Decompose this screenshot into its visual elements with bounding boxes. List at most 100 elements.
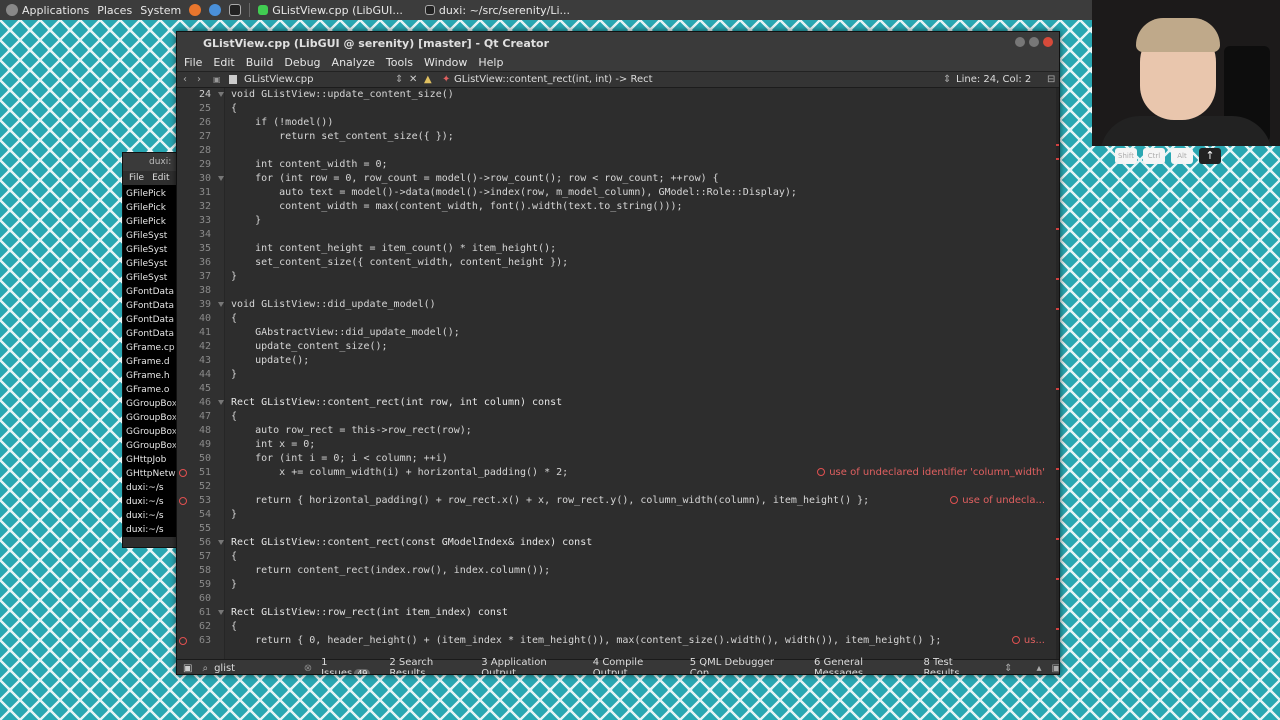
menu-window[interactable]: Window xyxy=(424,56,467,69)
code-line[interactable]: 27 return set_content_size({ }); xyxy=(177,130,1057,144)
fold-arrow-icon[interactable] xyxy=(218,540,224,545)
locator-clear-icon[interactable]: ⊗ xyxy=(304,663,312,674)
code-line[interactable]: 51 x += column_width(i) + horizontal_pad… xyxy=(177,466,1057,480)
terminal-icon[interactable] xyxy=(229,4,242,16)
system-menu[interactable]: System xyxy=(140,4,181,17)
menu-edit[interactable]: Edit xyxy=(213,56,234,69)
close-icon[interactable] xyxy=(1043,37,1053,47)
nav-forward-icon[interactable]: › xyxy=(197,74,201,85)
code-line[interactable]: 31 auto text = model()->data(model()->in… xyxy=(177,186,1057,200)
window-titlebar[interactable]: GListView.cpp (LibGUI @ serenity) [maste… xyxy=(177,32,1059,54)
error-icon[interactable] xyxy=(179,497,187,505)
error-icon[interactable] xyxy=(179,637,187,645)
code-text: content_width = max(content_width, font(… xyxy=(231,201,683,212)
code-line[interactable]: 52 xyxy=(177,480,1057,494)
code-line[interactable]: 44} xyxy=(177,368,1057,382)
fold-arrow-icon[interactable] xyxy=(218,176,224,181)
code-line[interactable]: 58 return content_rect(index.row(), inde… xyxy=(177,564,1057,578)
toggle-pane-icon[interactable]: ▣ xyxy=(1052,663,1059,674)
code-line[interactable]: 38 xyxy=(177,284,1057,298)
code-line[interactable]: 25 { xyxy=(177,102,1057,116)
code-line[interactable]: 41 GAbstractView::did_update_model(); xyxy=(177,326,1057,340)
menu-help[interactable]: Help xyxy=(478,56,503,69)
diagnostic-message[interactable]: us... xyxy=(1011,634,1045,648)
bg-menu-edit[interactable]: Edit xyxy=(152,171,169,185)
taskbar-qtcreator[interactable]: GListView.cpp (LibGUI... xyxy=(258,4,403,17)
code-line[interactable]: 61 Rect GListView::row_rect(int item_inde… xyxy=(177,606,1057,620)
code-line[interactable]: 42 update_content_size(); xyxy=(177,340,1057,354)
code-line[interactable]: 35 int content_height = item_count() * i… xyxy=(177,242,1057,256)
menu-debug[interactable]: Debug xyxy=(284,56,320,69)
tab-compile-output[interactable]: 4 Compile Output xyxy=(593,657,679,674)
tab-test-results[interactable]: 8 Test Results xyxy=(923,657,990,674)
nav-back-icon[interactable]: ‹ xyxy=(183,74,187,85)
fold-arrow-icon[interactable] xyxy=(218,92,224,97)
maximize-pane-icon[interactable]: ▴ xyxy=(1037,663,1042,674)
vertical-scrollbar[interactable] xyxy=(1056,88,1059,659)
symbol-combo[interactable]: GListView::content_rect(int, int) -> Rec… xyxy=(454,74,653,85)
line-number: 45 xyxy=(198,383,211,394)
code-line[interactable]: 48 auto row_rect = this->row_rect(row); xyxy=(177,424,1057,438)
code-line[interactable]: 34 xyxy=(177,228,1057,242)
combo-arrow-icon[interactable]: ⇕ xyxy=(395,74,403,85)
code-line[interactable]: 62 { xyxy=(177,620,1057,634)
more-tabs-icon[interactable]: ⇕ xyxy=(1004,663,1012,674)
chrome-icon[interactable] xyxy=(209,4,222,16)
code-line[interactable]: 57 { xyxy=(177,550,1057,564)
code-line[interactable]: 53 return { horizontal_padding() + row_r… xyxy=(177,494,1057,508)
menu-tools[interactable]: Tools xyxy=(386,56,413,69)
code-line[interactable]: 63 return { 0, header_height() + (item_i… xyxy=(177,634,1057,648)
split-icon[interactable]: ⊟ xyxy=(1047,74,1055,85)
code-line[interactable]: 26 if (!model()) xyxy=(177,116,1057,130)
toggle-sidebar-icon[interactable]: ▣ xyxy=(183,663,192,674)
code-line[interactable]: 54} xyxy=(177,508,1057,522)
background-terminal-window[interactable]: duxi: File Edit GFilePick GFilePick GFileP… xyxy=(122,152,178,548)
fold-arrow-icon[interactable] xyxy=(218,400,224,405)
code-line[interactable]: 40 { xyxy=(177,312,1057,326)
code-line[interactable]: 45 xyxy=(177,382,1057,396)
maximize-icon[interactable] xyxy=(1029,37,1039,47)
code-line[interactable]: 47 { xyxy=(177,410,1057,424)
diagnostic-message[interactable]: use of undeclared identifier 'column_wid… xyxy=(817,466,1045,480)
code-line[interactable]: 24 void GListView::update_content_size() xyxy=(177,88,1057,102)
diagnostic-message[interactable]: use of undecla... xyxy=(950,494,1045,508)
code-line[interactable]: 28 xyxy=(177,144,1057,158)
open-documents-combo[interactable]: GListView.cpp xyxy=(244,74,313,85)
locator-input[interactable]: glist xyxy=(214,663,298,674)
code-line[interactable]: 39 void GListView::did_update_model() xyxy=(177,298,1057,312)
taskbar-terminal[interactable]: duxi: ~/src/serenity/Li... xyxy=(424,4,570,17)
code-line[interactable]: 55 xyxy=(177,522,1057,536)
places-menu[interactable]: Places xyxy=(97,4,132,17)
menu-file[interactable]: File xyxy=(184,56,202,69)
fold-arrow-icon[interactable] xyxy=(218,302,224,307)
code-line[interactable]: 29 int content_width = 0; xyxy=(177,158,1057,172)
code-line[interactable]: 37} xyxy=(177,270,1057,284)
code-line[interactable]: 49 int x = 0; xyxy=(177,438,1057,452)
fold-arrow-icon[interactable] xyxy=(218,610,224,615)
code-line[interactable]: 50 for (int i = 0; i < column; ++i) xyxy=(177,452,1057,466)
tab-general-messages[interactable]: 6 General Messages xyxy=(814,657,912,674)
cursor-position[interactable]: Line: 24, Col: 2 xyxy=(956,74,1031,85)
code-line[interactable]: 33 } xyxy=(177,214,1057,228)
code-line[interactable]: 56 Rect GListView::content_rect(const GMo… xyxy=(177,536,1057,550)
code-editor[interactable]: 24 void GListView::update_content_size() 2… xyxy=(177,88,1059,659)
error-icon[interactable] xyxy=(179,469,187,477)
tab-qml-debugger[interactable]: 5 QML Debugger Con... xyxy=(690,657,803,674)
code-line[interactable]: 36 set_content_size({ content_width, con… xyxy=(177,256,1057,270)
tab-issues[interactable]: 1 Issues 49 xyxy=(321,657,378,674)
code-line[interactable]: 60 xyxy=(177,592,1057,606)
code-line[interactable]: 46 Rect GListView::content_rect(int row, … xyxy=(177,396,1057,410)
code-line[interactable]: 43 update(); xyxy=(177,354,1057,368)
minimize-icon[interactable] xyxy=(1015,37,1025,47)
tab-application-output[interactable]: 3 Application Output xyxy=(481,657,582,674)
bg-menu-file[interactable]: File xyxy=(129,171,144,185)
firefox-icon[interactable] xyxy=(189,4,202,16)
code-line[interactable]: 59} xyxy=(177,578,1057,592)
menu-analyze[interactable]: Analyze xyxy=(332,56,375,69)
close-document-icon[interactable]: ✕ xyxy=(409,74,417,85)
tab-search-results[interactable]: 2 Search Results xyxy=(389,657,470,674)
code-line[interactable]: 30 for (int row = 0, row_count = model()… xyxy=(177,172,1057,186)
code-line[interactable]: 32 content_width = max(content_width, fo… xyxy=(177,200,1057,214)
applications-menu[interactable]: Applications xyxy=(6,4,89,17)
menu-build[interactable]: Build xyxy=(246,56,274,69)
